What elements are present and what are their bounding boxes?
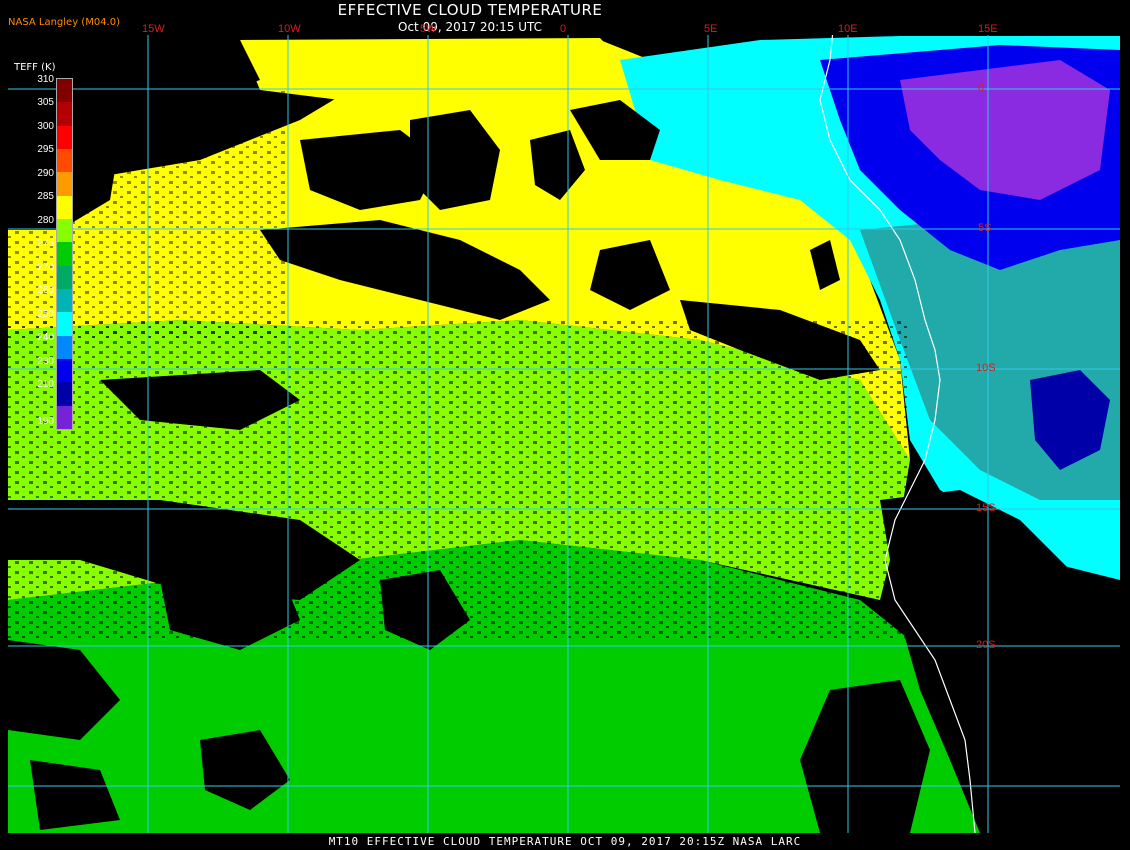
lat-label-0: 0 (978, 82, 985, 94)
legend-label: 295 (37, 144, 54, 156)
legend-labels: 310 305 300 295 290 285 280 275 270 260 250 240 230 2… (28, 74, 54, 430)
legend-swatch (57, 102, 72, 126)
agency-label: NASA Langley (M04.0) (8, 17, 120, 28)
lat-label-5s: 5S (978, 222, 992, 234)
legend-label: 210 (37, 379, 54, 391)
color-scale-bar (56, 78, 73, 430)
lon-label-10w: 10W (278, 23, 301, 35)
legend-label: 240 (37, 332, 54, 344)
legend-label: 260 (37, 285, 54, 297)
legend-label: 310 (37, 74, 54, 85)
legend-swatch (57, 125, 72, 149)
map-datetime: Oct 09, 2017 20:15 UTC (398, 20, 542, 34)
lat-label-20s: 20S (976, 639, 996, 651)
legend-swatch (57, 172, 72, 196)
map-title: EFFECTIVE CLOUD TEMPERATURE (337, 1, 603, 19)
legend-label: 300 (37, 120, 54, 132)
legend-swatch (57, 405, 72, 429)
speckle-texture (8, 320, 908, 640)
lon-label-15w: 15W (142, 23, 165, 35)
legend-label: 280 (37, 214, 54, 226)
lon-label-10e: 10E (838, 23, 858, 35)
legend-title: TEFF (K) (14, 62, 56, 73)
map-layers (8, 35, 1120, 833)
legend-label: 230 (37, 355, 54, 367)
legend-label: 290 (37, 167, 54, 179)
legend-swatch (57, 79, 72, 103)
legend-label: 270 (37, 261, 54, 273)
lon-label-5w: 5W (420, 23, 437, 35)
legend-swatch (57, 288, 72, 313)
legend-label: 285 (37, 191, 54, 203)
satellite-image-viewer: EFFECTIVE CLOUD TEMPERATURE Oct 09, 2017… (0, 0, 1130, 850)
legend-swatch (57, 242, 72, 266)
legend-swatch (57, 382, 72, 406)
lon-label-15e: 15E (978, 23, 998, 35)
lon-label-5e: 5E (704, 23, 718, 35)
legend-swatch (57, 148, 72, 173)
lon-label-0: 0 (560, 23, 567, 35)
footer-caption: MT10 EFFECTIVE CLOUD TEMPERATURE OCT 09,… (328, 835, 802, 848)
legend-swatch (57, 195, 72, 219)
legend-label: 250 (37, 308, 54, 320)
legend-swatch (57, 312, 72, 336)
legend-swatch (57, 358, 72, 383)
legend-swatch (57, 265, 72, 289)
legend-label: 190 (37, 415, 54, 427)
legend-label: 275 (37, 238, 54, 250)
legend-label: 305 (37, 97, 54, 109)
legend-swatch (57, 218, 72, 243)
lat-label-15s: 15S (976, 502, 996, 514)
legend-swatch (57, 335, 72, 359)
cloud-temperature-map (8, 35, 1120, 833)
lat-label-10s: 10S (976, 362, 996, 374)
